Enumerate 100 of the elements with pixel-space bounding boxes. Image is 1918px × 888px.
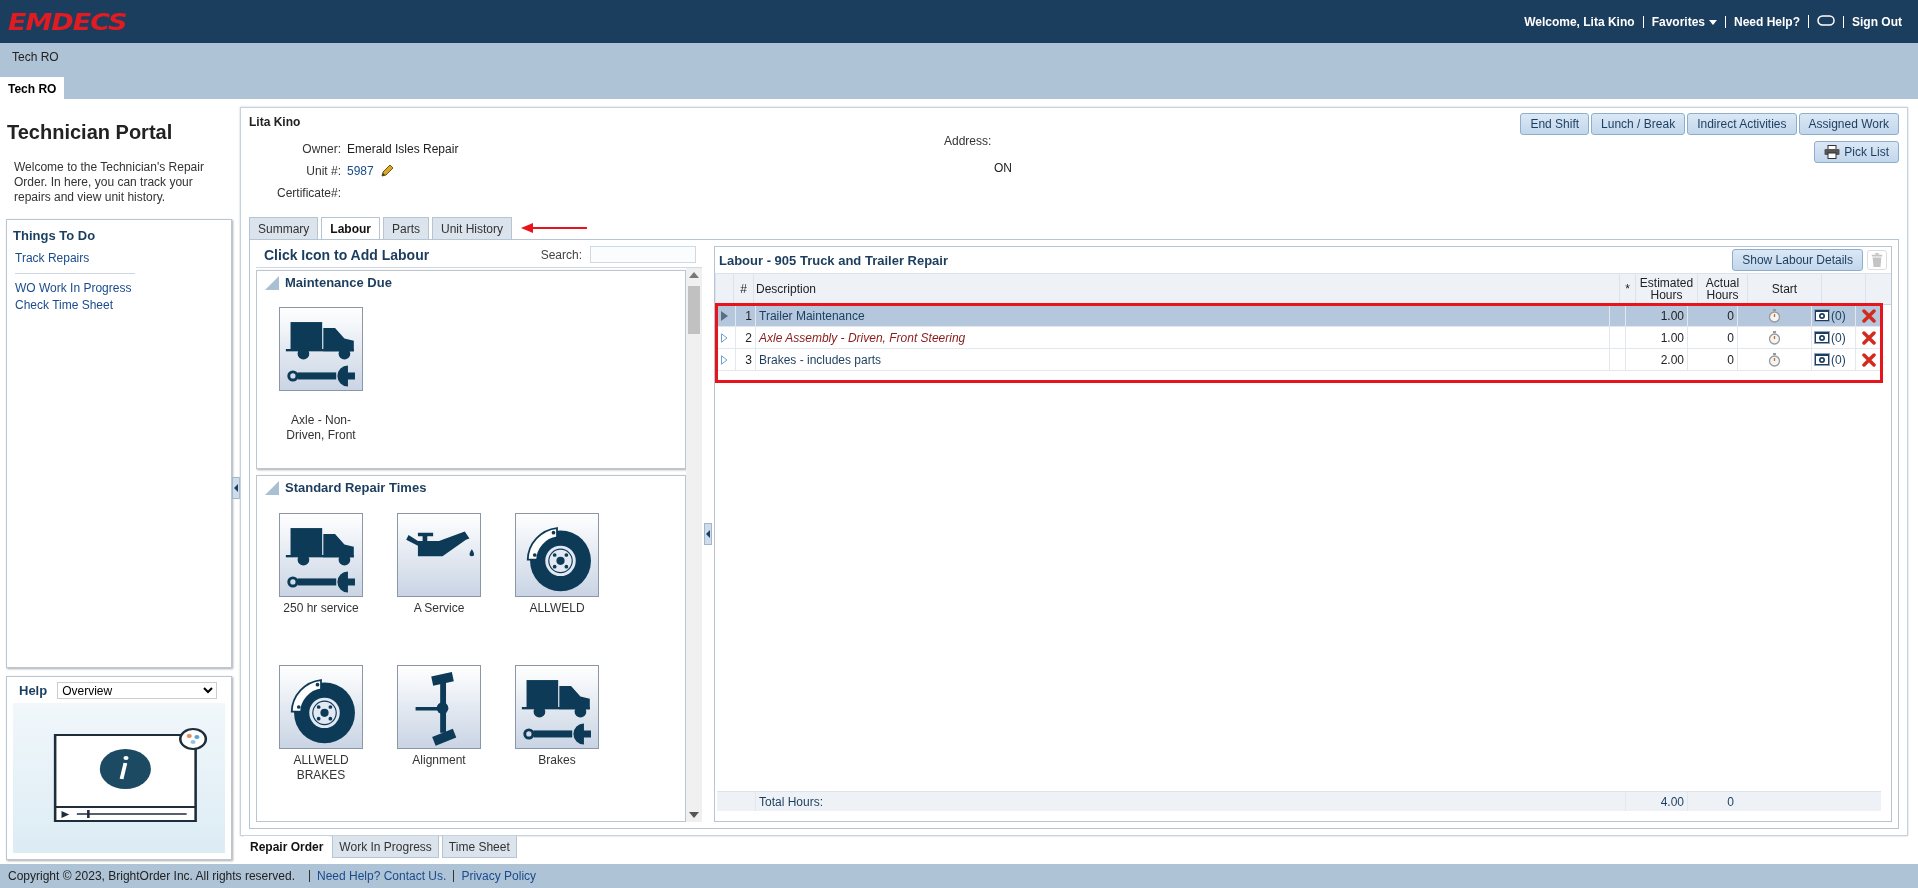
expand-arrow-icon[interactable] — [721, 354, 728, 365]
camera-icon[interactable] — [1814, 353, 1830, 366]
tab[interactable]: Unit History — [432, 217, 513, 239]
toggle-icon[interactable] — [1817, 15, 1835, 26]
labour-tile[interactable]: Axle - Non-Driven, Front — [279, 307, 363, 459]
sign-out-link[interactable]: Sign Out — [1843, 15, 1910, 28]
labour-tile[interactable]: ALLWELD — [515, 513, 599, 665]
table-row[interactable]: 1 Trailer Maintenance 1.00 0 (0) — [717, 305, 1881, 327]
truck-wrench-icon — [279, 307, 363, 391]
column-header: Description — [753, 274, 1619, 304]
column-header: Actual Hours — [1697, 274, 1747, 304]
labour-tile[interactable]: Alignment — [397, 665, 481, 817]
technician-name: Lita Kino — [249, 115, 302, 129]
table-cell: 3 — [735, 349, 755, 370]
intro-text: Welcome to the Technician's Repair Order. In here, you can track your repairs and view unit history. — [14, 160, 205, 205]
page-tab[interactable]: Tech RO — [0, 77, 65, 99]
truck-wrench-icon — [279, 513, 363, 597]
header-link[interactable]: Need Help? — [1725, 15, 1808, 28]
panel-title: Help — [19, 683, 48, 698]
total-label: Total Hours: — [755, 792, 1609, 811]
scroll-up-icon[interactable] — [689, 272, 699, 278]
breadcrumb: Tech RO — [11, 49, 60, 66]
collapse-handle[interactable] — [704, 523, 712, 545]
search-label: Search: — [540, 247, 582, 262]
column-header: Start — [1747, 274, 1821, 304]
attachment-count[interactable]: (0) — [1831, 330, 1846, 345]
picker-title: Click Icon to Add Labour — [264, 246, 430, 263]
todo-link[interactable]: WO Work In Progress — [15, 280, 135, 297]
todo-link[interactable]: Track Repairs — [15, 250, 135, 267]
bottom-tab[interactable]: Work In Progress — [332, 836, 439, 858]
collapse-handle[interactable] — [232, 477, 240, 499]
axle-alignment-icon — [397, 665, 481, 749]
tab[interactable]: Parts — [383, 217, 430, 239]
camera-icon[interactable] — [1814, 331, 1830, 344]
expand-arrow-icon[interactable] — [721, 310, 728, 321]
tab[interactable]: Labour — [321, 217, 380, 239]
trash-icon[interactable] — [1867, 250, 1887, 270]
delete-icon[interactable] — [1861, 330, 1876, 345]
pencil-icon[interactable] — [379, 164, 394, 178]
unit-link[interactable]: 5987 — [347, 164, 374, 178]
help-video-drawing[interactable] — [13, 703, 225, 853]
scroll-down-icon[interactable] — [689, 812, 699, 818]
action-button[interactable]: Assigned Work — [1798, 113, 1899, 135]
table-cell: 0 — [1687, 327, 1737, 348]
logo: EMDECS — [8, 8, 127, 35]
section-title: Maintenance Due — [285, 275, 392, 290]
scrollbar[interactable] — [686, 268, 702, 822]
portal-title: Technician Portal — [7, 121, 174, 144]
pick-list-button[interactable]: Pick List — [1814, 141, 1899, 163]
stopwatch-icon[interactable] — [1768, 352, 1781, 367]
camera-icon[interactable] — [1814, 309, 1830, 322]
field-value: ON — [994, 161, 1012, 175]
footer-link[interactable]: Privacy Policy — [453, 870, 544, 882]
action-button[interactable]: Lunch / Break — [1591, 113, 1686, 135]
attachment-count[interactable]: (0) — [1831, 308, 1846, 323]
tab[interactable]: Summary — [249, 217, 319, 239]
table-row[interactable]: 3 Brakes - includes parts 2.00 0 (0) — [717, 349, 1881, 371]
labour-tile[interactable]: A Service — [397, 513, 481, 665]
action-button[interactable]: Indirect Activities — [1687, 113, 1797, 135]
search-field[interactable] — [590, 246, 696, 263]
delete-icon[interactable] — [1861, 352, 1876, 367]
delete-icon[interactable] — [1861, 308, 1876, 323]
todo-link[interactable]: Check Time Sheet — [15, 297, 135, 314]
welcome-text: Welcome, Lita Kino — [1523, 15, 1636, 28]
total-value: 0 — [1687, 792, 1737, 811]
column-header: Estimated Hours — [1635, 274, 1697, 304]
table-cell[interactable]: Trailer Maintenance — [755, 305, 1609, 326]
printer-icon — [1824, 145, 1841, 159]
labour-tile[interactable]: ALLWELD BRAKES — [279, 665, 363, 817]
annotation-arrow — [521, 222, 588, 234]
field-label: Owner: — [301, 142, 341, 156]
expand-arrow-icon[interactable] — [721, 332, 728, 343]
table-cell: 2.00 — [1625, 349, 1687, 370]
labour-tile[interactable]: 250 hr service — [279, 513, 363, 665]
bottom-tab[interactable]: Time Sheet — [441, 836, 517, 858]
section-title: Standard Repair Times — [285, 480, 427, 495]
table-cell: 1.00 — [1625, 305, 1687, 326]
topic-dropdown[interactable]: Overview — [57, 682, 218, 699]
labour-tile[interactable]: Brakes — [515, 665, 599, 817]
table-row[interactable]: 2 Axle Assembly - Driven, Front Steering 1.00 0 (0) — [717, 327, 1881, 349]
table-cell[interactable]: Axle Assembly - Driven, Front Steering — [755, 327, 1609, 348]
table-cell: 1.00 — [1625, 327, 1687, 348]
stopwatch-icon[interactable] — [1768, 330, 1781, 345]
attachment-count[interactable]: (0) — [1831, 352, 1846, 367]
show-details-button[interactable]: Show Labour Details — [1732, 249, 1863, 271]
field-label: Address: — [944, 134, 992, 148]
stopwatch-icon[interactable] — [1768, 308, 1781, 323]
table-cell: 1 — [735, 305, 755, 326]
footer-link[interactable]: Need Help? Contact Us. — [308, 870, 454, 882]
column-header: # — [733, 274, 753, 304]
caret-icon — [1709, 19, 1717, 25]
table-cell: 0 — [1687, 305, 1737, 326]
action-button[interactable]: End Shift — [1520, 113, 1590, 135]
table-cell[interactable]: Brakes - includes parts — [755, 349, 1609, 370]
collapse-triangle-icon[interactable] — [265, 275, 279, 290]
scroll-thumb[interactable] — [688, 286, 700, 334]
collapse-triangle-icon[interactable] — [265, 480, 279, 495]
oil-can-icon — [397, 513, 481, 597]
field-value: Emerald Isles Repair — [347, 142, 459, 156]
header-link[interactable]: Favorites — [1642, 15, 1725, 28]
